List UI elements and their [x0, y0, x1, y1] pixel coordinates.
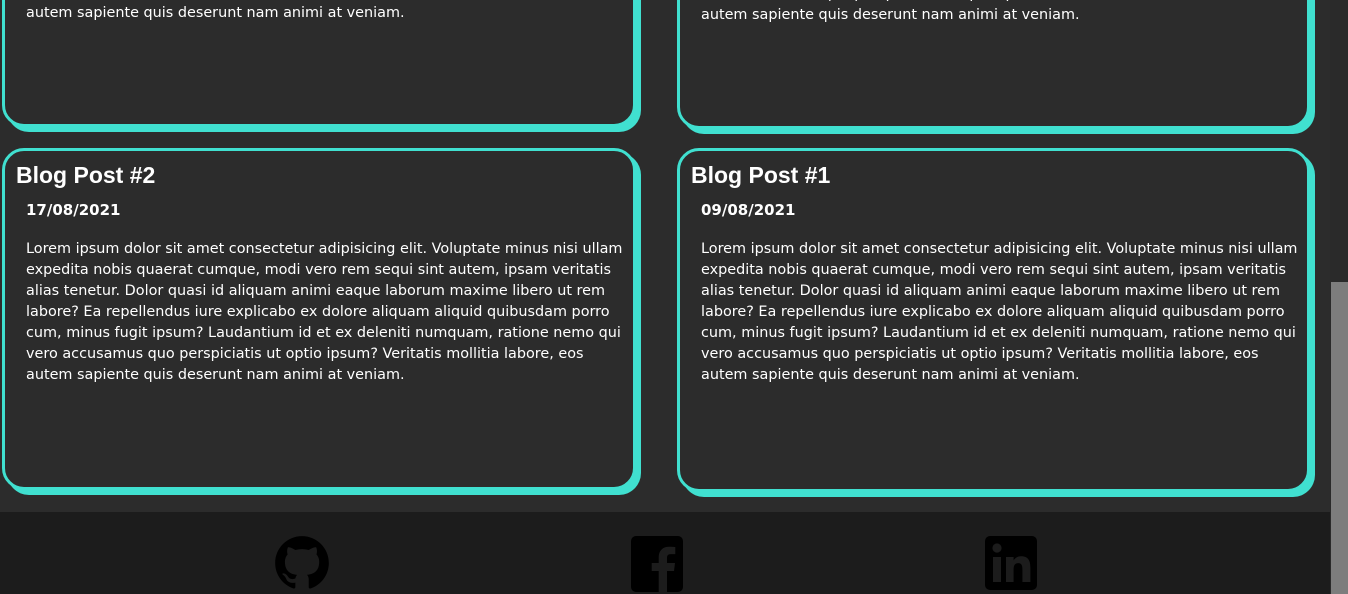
post-title: Blog Post #1 [691, 162, 831, 188]
blog-post-card: Lorem ipsum dolor sit amet consectetur a… [2, 0, 636, 127]
page-viewport: Lorem ipsum dolor sit amet consectetur a… [0, 0, 1348, 594]
post-body: Lorem ipsum dolor sit amet consectetur a… [26, 5, 405, 21]
blog-post-card: Blog Post #2 17/08/2021 Lorem ipsum dolo… [2, 148, 636, 490]
vertical-scrollbar[interactable] [1330, 0, 1348, 594]
post-body: Lorem ipsum dolor sit amet consectetur a… [701, 0, 1259, 23]
post-title: Blog Post #2 [16, 162, 156, 188]
post-date: 17/08/2021 [26, 201, 121, 219]
blog-post-card: Lorem ipsum dolor sit amet consectetur a… [677, 0, 1310, 129]
post-body: Lorem ipsum dolor sit amet consectetur a… [701, 241, 1298, 383]
blog-post-card: Blog Post #1 09/08/2021 Lorem ipsum dolo… [677, 148, 1310, 492]
footer [0, 512, 1330, 594]
linkedin-icon[interactable] [985, 536, 1037, 590]
post-body: Lorem ipsum dolor sit amet consectetur a… [26, 241, 623, 383]
blog-content: Lorem ipsum dolor sit amet consectetur a… [0, 0, 1330, 594]
scrollbar-thumb[interactable] [1331, 282, 1348, 594]
post-date: 09/08/2021 [701, 201, 796, 219]
github-icon[interactable] [274, 534, 330, 592]
facebook-icon[interactable] [631, 536, 683, 592]
